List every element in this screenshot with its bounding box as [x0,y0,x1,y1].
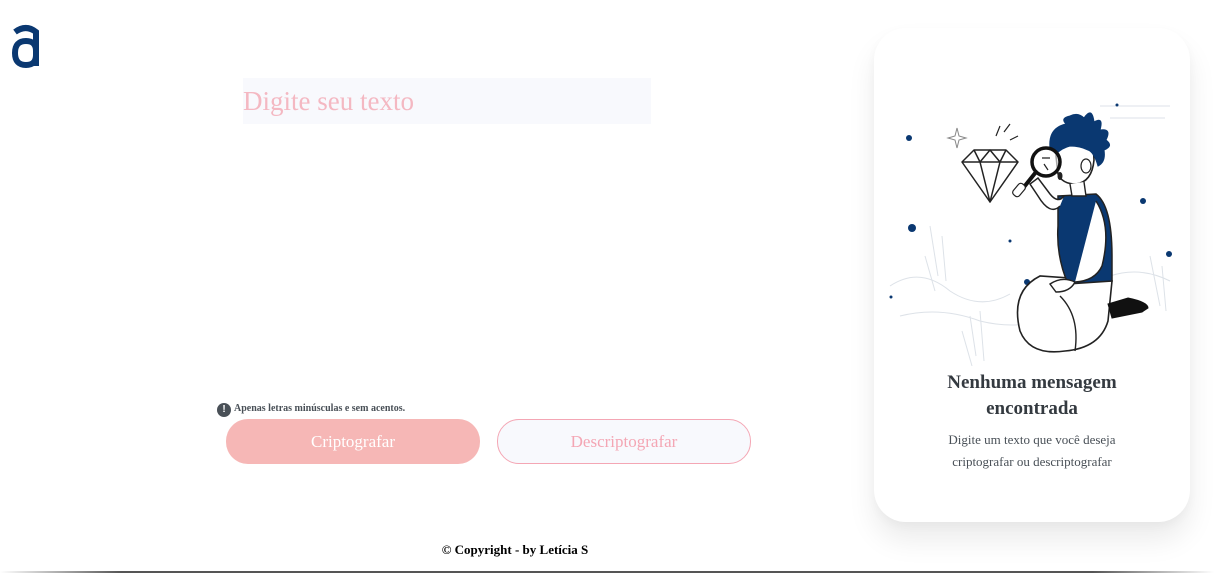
person-with-magnifying-glass-illustration [889,103,1172,366]
exclamation-circle-icon: ! [217,403,231,417]
alura-logo-icon[interactable] [10,24,42,70]
result-card: Nenhuma mensagem encontrada Digite um te… [874,28,1190,522]
input-hint: ! Apenas letras minúsculas e sem acentos… [217,401,406,417]
message-input[interactable] [243,78,651,124]
empty-state-title: Nenhuma mensagem encontrada [947,372,1117,419]
copyright-footer: © Copyright - by Letícia S [441,542,589,557]
encrypt-button[interactable]: Criptografar [226,419,480,464]
empty-state-description: Digite um texto que você deseja criptogr… [948,432,1116,469]
decrypt-button[interactable]: Descriptografar [497,419,751,464]
page: ! Apenas letras minúsculas e sem acentos… [0,0,1214,573]
hint-text: Apenas letras minúsculas e sem acentos. [234,402,406,414]
